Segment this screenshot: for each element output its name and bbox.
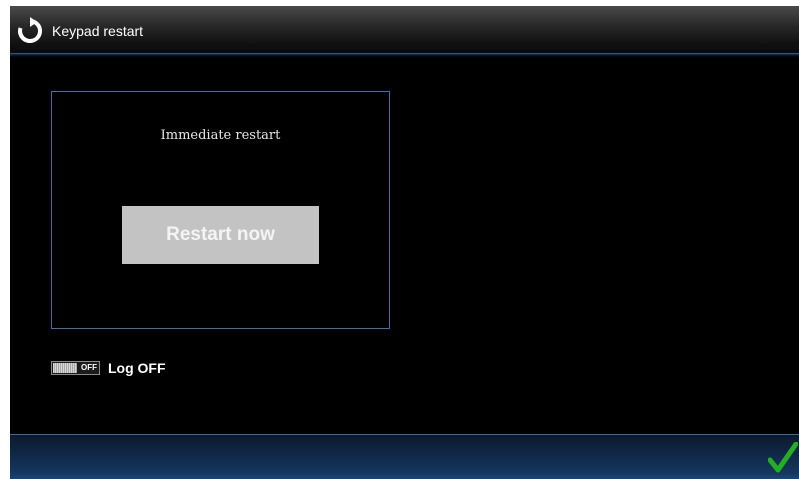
logoff-row: OFF Log OFF	[51, 360, 166, 376]
toggle-grip	[53, 363, 77, 373]
panel-label: Immediate restart	[160, 128, 281, 143]
logoff-toggle[interactable]: OFF	[51, 361, 100, 375]
checkmark-icon[interactable]	[767, 441, 799, 474]
title-bar: Keypad restart	[10, 6, 799, 57]
logoff-label: Log OFF	[108, 360, 166, 376]
window-title: Keypad restart	[52, 23, 144, 39]
restart-icon	[16, 17, 44, 45]
restart-now-button[interactable]: Restart now	[122, 206, 319, 264]
keypad-screen: Keypad restart Immediate restart Restart…	[10, 6, 799, 479]
toggle-state: OFF	[81, 363, 97, 372]
immediate-restart-panel: Immediate restart Restart now	[51, 91, 390, 329]
bottom-bar	[10, 434, 799, 479]
